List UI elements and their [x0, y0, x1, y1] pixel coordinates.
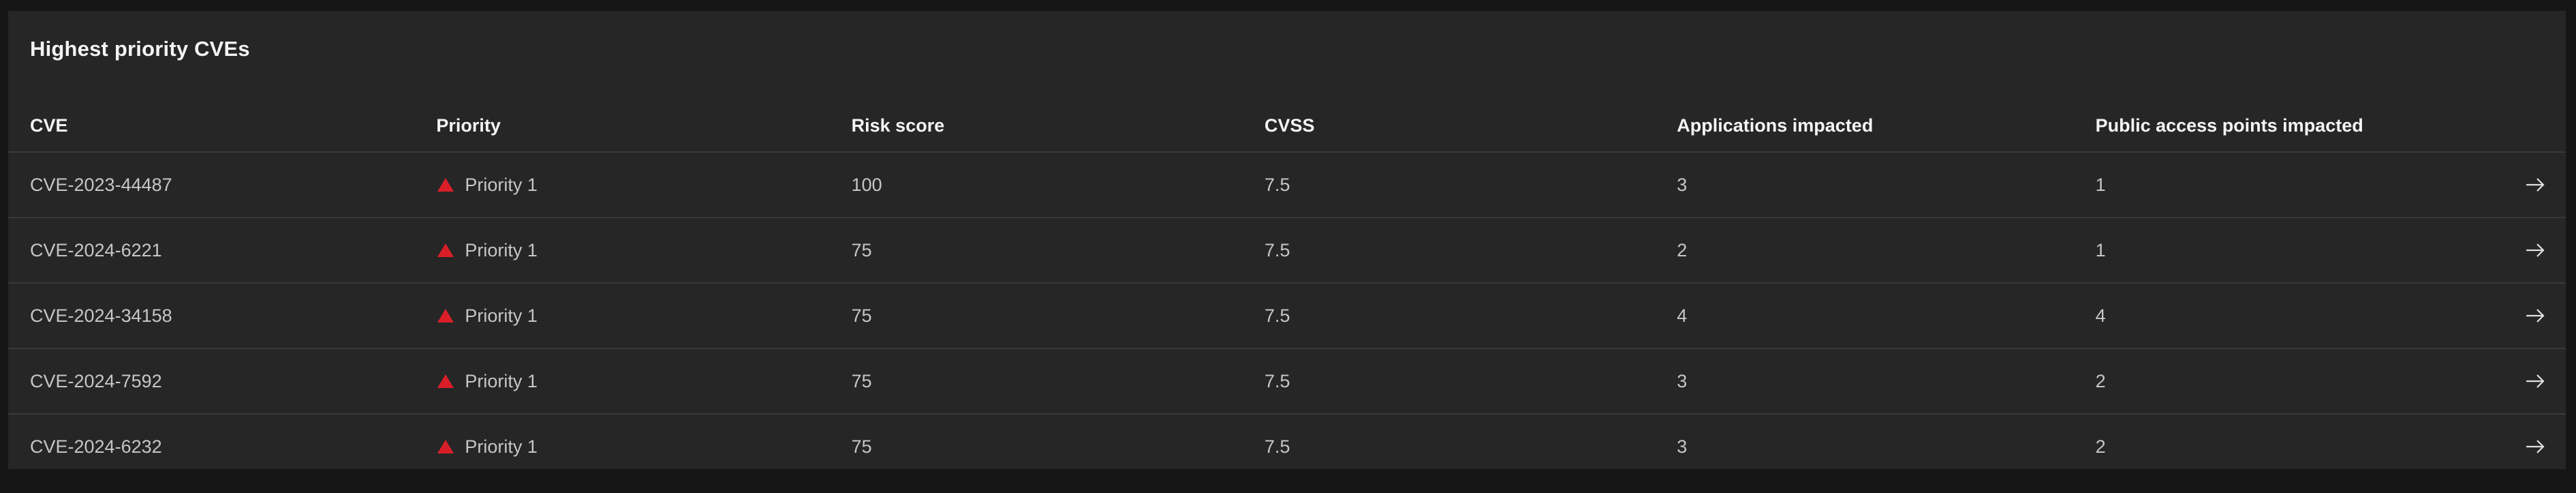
- cve-id: CVE-2024-6232: [30, 436, 162, 457]
- public-access-points: 4: [2095, 283, 2504, 349]
- arrow-right-icon[interactable]: [2525, 308, 2545, 323]
- row-link[interactable]: [2504, 152, 2566, 218]
- public-access-points: 1: [2095, 152, 2504, 218]
- arrow-right-icon[interactable]: [2525, 439, 2545, 454]
- cve-panel: Highest priority CVEs CVE Priority Risk …: [8, 11, 2566, 469]
- cvss-score: 7.5: [1264, 152, 1677, 218]
- warning-triangle-icon: [437, 440, 454, 453]
- arrow-right-icon[interactable]: [2525, 177, 2545, 192]
- panel-title: Highest priority CVEs: [30, 37, 250, 61]
- arrow-right-icon[interactable]: [2525, 374, 2545, 389]
- priority-cell: Priority 1: [436, 348, 852, 415]
- public-access-points: 2: [2095, 348, 2504, 415]
- applications-impacted: 3: [1677, 436, 1688, 457]
- risk-score: 75: [851, 218, 1264, 284]
- column-header-cvss: CVSS: [1264, 100, 1677, 153]
- priority-cell: Priority 1: [436, 283, 852, 349]
- risk-score: 75: [851, 283, 1264, 349]
- warning-triangle-icon: [437, 243, 454, 257]
- warning-triangle-icon: [437, 374, 454, 388]
- cve-id: CVE-2024-34158: [8, 283, 437, 349]
- priority-label: Priority 1: [465, 436, 538, 457]
- cvss-score: 7.5: [1264, 348, 1677, 415]
- applications-impacted: 4: [1677, 283, 2096, 349]
- priority-cell: Priority 1: [436, 218, 852, 284]
- applications-impacted: 2: [1677, 218, 2096, 284]
- table-row[interactable]: CVE-2023-44487 Priority 1 100 7.5 3 1: [8, 152, 2566, 218]
- cvss-score: 7.5: [1264, 436, 1290, 457]
- risk-score: 100: [851, 152, 1264, 218]
- cve-id: CVE-2024-6221: [8, 218, 437, 284]
- priority-cell: Priority 1: [436, 152, 852, 218]
- priority-label: Priority 1: [465, 239, 538, 260]
- warning-triangle-icon: [437, 309, 454, 323]
- column-header-risk-score: Risk score: [851, 100, 1264, 153]
- risk-score: 75: [851, 436, 872, 457]
- cve-id: CVE-2023-44487: [8, 152, 437, 218]
- row-link[interactable]: [2504, 414, 2566, 479]
- public-access-points: 2: [2095, 436, 2106, 457]
- row-link[interactable]: [2504, 218, 2566, 284]
- priority-cell: Priority 1: [436, 414, 851, 479]
- row-link[interactable]: [2504, 283, 2566, 349]
- priority-label: Priority 1: [465, 370, 538, 391]
- warning-triangle-icon: [437, 178, 454, 192]
- cvss-score: 7.5: [1264, 218, 1677, 284]
- table-row[interactable]: CVE-2024-6232 Priority 1 75 7.5 3 2: [8, 414, 2566, 479]
- column-header-action: [2504, 100, 2566, 153]
- priority-label: Priority 1: [465, 305, 538, 326]
- row-link[interactable]: [2504, 348, 2566, 415]
- applications-impacted: 3: [1677, 152, 2096, 218]
- applications-impacted: 3: [1677, 348, 2096, 415]
- table-row[interactable]: CVE-2024-6221 Priority 1 75 7.5 2 1: [8, 218, 2566, 284]
- risk-score: 75: [851, 348, 1264, 415]
- column-header-priority: Priority: [436, 100, 852, 153]
- cve-id: CVE-2024-7592: [8, 348, 437, 415]
- column-header-applications-impacted: Applications impacted: [1677, 100, 2096, 153]
- public-access-points: 1: [2095, 218, 2504, 284]
- priority-label: Priority 1: [465, 174, 538, 195]
- arrow-right-icon[interactable]: [2525, 243, 2545, 258]
- column-header-cve: CVE: [8, 100, 437, 153]
- column-header-public-access-points: Public access points impacted: [2095, 100, 2504, 153]
- table-row[interactable]: CVE-2024-7592 Priority 1 75 7.5 3 2: [8, 348, 2566, 415]
- cvss-score: 7.5: [1264, 283, 1677, 349]
- table-header-row: CVE Priority Risk score CVSS Application…: [8, 100, 2566, 153]
- cve-table: CVE Priority Risk score CVSS Application…: [8, 100, 2566, 479]
- table-row[interactable]: CVE-2024-34158 Priority 1 75 7.5 4 4: [8, 283, 2566, 349]
